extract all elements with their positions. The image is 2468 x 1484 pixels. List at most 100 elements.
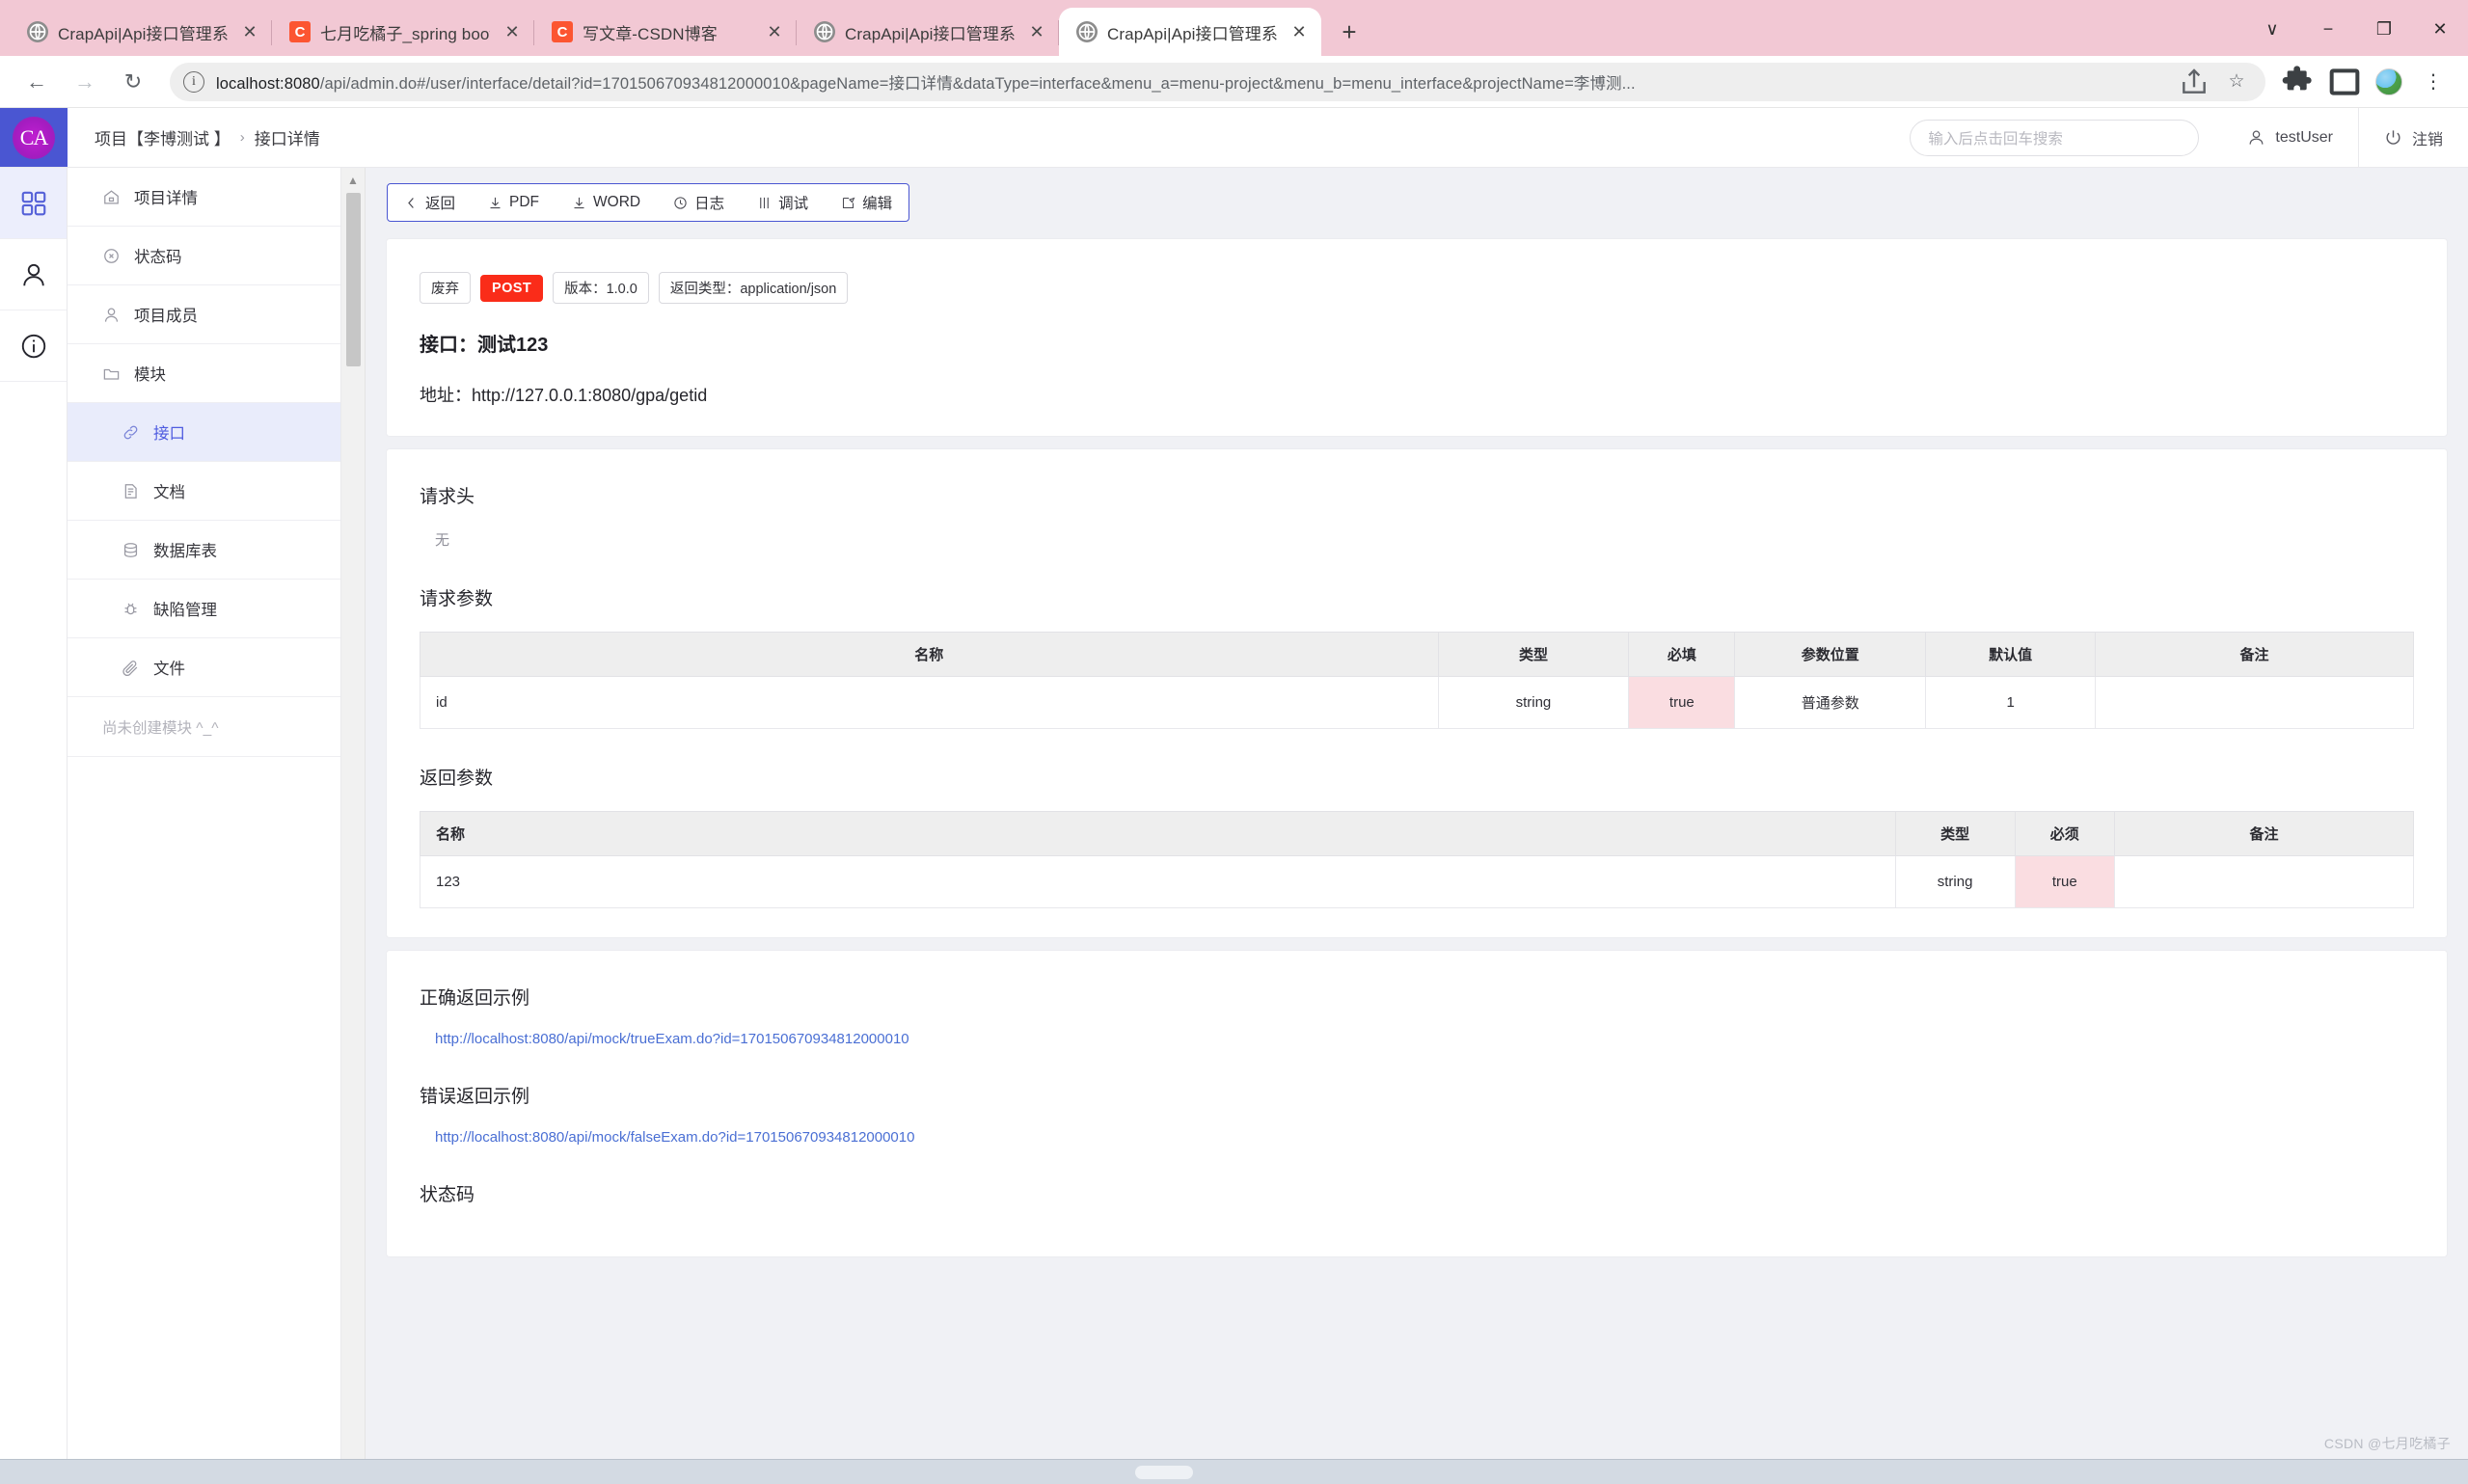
sidebar-item-label: 数据库表 bbox=[153, 543, 217, 560]
button-label: 返回 bbox=[425, 196, 456, 212]
reload-button[interactable]: ↻ bbox=[112, 61, 154, 103]
export-pdf-button[interactable]: PDF bbox=[472, 184, 556, 221]
browser-tab-active[interactable]: CrapApi|Api接口管理系统 ✕ bbox=[1059, 8, 1321, 56]
col-required: 必须 bbox=[2014, 811, 2115, 856]
forward-button[interactable]: → bbox=[64, 61, 106, 103]
globe-icon bbox=[27, 21, 48, 42]
sidebar-item-project-detail[interactable]: 项目详情 bbox=[68, 168, 340, 227]
app-logo[interactable]: CA bbox=[0, 108, 68, 167]
back-button[interactable]: 返回 bbox=[388, 184, 472, 221]
close-window-button[interactable]: ✕ bbox=[2412, 8, 2468, 50]
app-body: 项目详情 状态码 项目成员 模块 接口 文档 数据库表 缺陷管理 文件 尚未创建… bbox=[0, 168, 2468, 1459]
rail-item-info[interactable] bbox=[0, 310, 67, 382]
bug-icon bbox=[124, 603, 137, 614]
scrollbar-thumb[interactable] bbox=[345, 193, 361, 366]
close-icon[interactable]: ✕ bbox=[1024, 19, 1049, 44]
search-input[interactable]: 输入后点击回车搜索 bbox=[1910, 119, 2200, 156]
user-icon bbox=[2249, 130, 2264, 145]
home-icon bbox=[104, 189, 119, 203]
sidebar-item-label: 文件 bbox=[153, 661, 185, 678]
sidebar-item-database-table[interactable]: 数据库表 bbox=[68, 521, 340, 580]
share-icon[interactable] bbox=[2179, 67, 2210, 97]
chevron-left-icon bbox=[408, 197, 414, 208]
sidebar-item-status-code[interactable]: 状态码 bbox=[68, 227, 340, 285]
success-example-title: 正确返回示例 bbox=[420, 988, 530, 1009]
maximize-button[interactable]: ❐ bbox=[2356, 8, 2412, 50]
rail-item-projects[interactable] bbox=[0, 168, 67, 239]
col-remark: 备注 bbox=[2113, 811, 2415, 856]
csdn-c-icon: C bbox=[289, 21, 311, 42]
col-name: 名称 bbox=[420, 811, 1896, 856]
debug-button[interactable]: 调试 bbox=[741, 184, 825, 221]
log-button[interactable]: 日志 bbox=[657, 184, 741, 221]
tab-search-icon[interactable]: ∨ bbox=[2244, 8, 2300, 50]
interface-summary-card: 废弃 POST 版本：1.0.0 返回类型：application/json 接… bbox=[387, 239, 2447, 436]
close-icon[interactable]: ✕ bbox=[500, 19, 525, 44]
cell-type: string bbox=[1894, 855, 2016, 908]
user-menu[interactable]: testUser bbox=[2222, 108, 2358, 168]
button-label: WORD bbox=[593, 194, 641, 210]
tag-deprecated: 废弃 bbox=[420, 272, 471, 304]
header-right: 输入后点击回车搜索 testUser 注销 bbox=[1910, 107, 2468, 168]
sidebar-item-bug[interactable]: 缺陷管理 bbox=[68, 580, 340, 638]
paperclip-icon bbox=[122, 660, 138, 676]
horizontal-scrollbar[interactable] bbox=[0, 1459, 2468, 1484]
col-type: 类型 bbox=[1894, 811, 2016, 856]
url-host: localhost:8080 bbox=[216, 74, 320, 93]
address-bar[interactable]: i localhost:8080/api/admin.do#/user/inte… bbox=[170, 62, 2265, 101]
browser-tab[interactable]: CrapApi|Api接口管理系统 ✕ bbox=[797, 8, 1059, 56]
download-icon bbox=[574, 197, 584, 208]
url-path: /api/admin.do#/user/interface/detail?id=… bbox=[319, 74, 1636, 93]
col-required: 必填 bbox=[1628, 632, 1736, 677]
cell-position: 普通参数 bbox=[1734, 676, 1927, 729]
sidebar-item-label: 模块 bbox=[134, 366, 166, 384]
examples-card: 正确返回示例 http://localhost:8080/api/mock/tr… bbox=[387, 951, 2447, 1256]
vertical-scrollbar[interactable]: ▲ bbox=[341, 168, 366, 1459]
close-icon[interactable]: ✕ bbox=[762, 19, 787, 44]
scroll-up-icon[interactable]: ▲ bbox=[347, 174, 359, 187]
globe-icon bbox=[1076, 21, 1098, 42]
clock-icon bbox=[674, 196, 687, 209]
sidebar-item-members[interactable]: 项目成员 bbox=[68, 285, 340, 344]
sidebar-item-label: 接口 bbox=[153, 425, 185, 443]
bookmark-star-icon[interactable]: ☆ bbox=[2221, 67, 2252, 97]
browser-tab[interactable]: C 写文章-CSDN博客 ✕ bbox=[534, 8, 797, 56]
success-example-link[interactable]: http://localhost:8080/api/mock/trueExam.… bbox=[420, 1031, 2414, 1047]
sidepanel-icon[interactable] bbox=[2325, 63, 2364, 101]
browser-tab[interactable]: C 七月吃橘子_spring boot,java,jq ✕ bbox=[272, 8, 534, 56]
close-icon[interactable]: ✕ bbox=[1287, 19, 1312, 44]
profile-avatar-icon[interactable] bbox=[2370, 63, 2408, 101]
database-icon bbox=[123, 542, 138, 557]
watermark: CSDN @七月吃橘子 bbox=[2323, 1436, 2451, 1451]
folder-icon bbox=[103, 368, 120, 380]
edit-button[interactable]: 编辑 bbox=[825, 184, 909, 221]
cell-remark bbox=[2095, 676, 2414, 729]
sidebar-item-interface[interactable]: 接口 bbox=[68, 403, 340, 462]
minimize-button[interactable]: − bbox=[2300, 8, 2356, 50]
browser-tab[interactable]: CrapApi|Api接口管理系统 ✕ bbox=[10, 8, 272, 56]
sidebar-item-module[interactable]: 模块 bbox=[68, 344, 340, 403]
sidebar-item-doc[interactable]: 文档 bbox=[68, 462, 340, 521]
cell-remark bbox=[2113, 855, 2415, 908]
chrome-menu-icon[interactable]: ⋮ bbox=[2414, 63, 2453, 101]
error-example-link[interactable]: http://localhost:8080/api/mock/falseExam… bbox=[420, 1129, 2414, 1146]
member-icon bbox=[104, 308, 119, 322]
tab-title: 写文章-CSDN博客 bbox=[583, 24, 718, 43]
content-wrapper: 返回 PDF WORD 日志 调试 编辑 废弃 POST 版本：1.0.0 返回… bbox=[366, 168, 2468, 1270]
sidebar-item-file[interactable]: 文件 bbox=[68, 638, 340, 697]
tab-title: 七月吃橘子_spring boot,java,jq bbox=[320, 24, 490, 43]
browser-window: CrapApi|Api接口管理系统 ✕ C 七月吃橘子_spring boot,… bbox=[0, 0, 2468, 1484]
request-params-title: 请求参数 bbox=[420, 589, 494, 609]
col-default: 默认值 bbox=[1925, 632, 2097, 677]
extensions-puzzle-icon[interactable] bbox=[2281, 63, 2319, 101]
site-info-icon[interactable]: i bbox=[183, 70, 204, 93]
scrollbar-thumb[interactable] bbox=[1135, 1465, 1194, 1479]
breadcrumb-project[interactable]: 项目【李博测试 】 bbox=[95, 125, 231, 149]
export-word-button[interactable]: WORD bbox=[556, 184, 657, 221]
rail-item-user[interactable] bbox=[0, 239, 67, 310]
new-tab-button[interactable]: + bbox=[1329, 12, 1370, 52]
icon-rail bbox=[0, 168, 68, 1459]
close-icon[interactable]: ✕ bbox=[237, 19, 262, 44]
logout-button[interactable]: 注销 bbox=[2357, 107, 2468, 168]
back-button[interactable]: ← bbox=[15, 61, 58, 103]
